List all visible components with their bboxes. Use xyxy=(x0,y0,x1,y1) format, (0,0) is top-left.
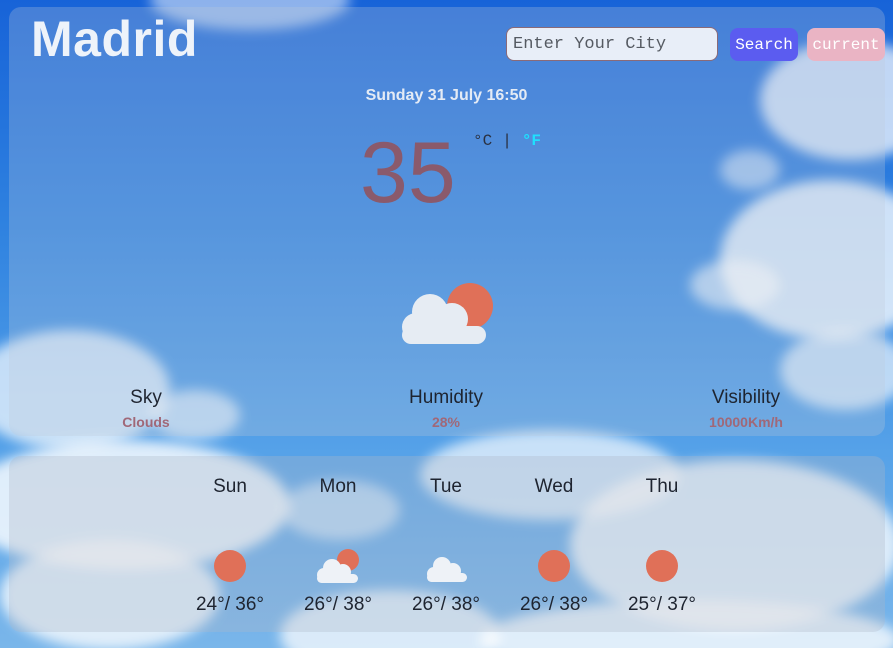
forecast-day: Tue 26°/ 38° xyxy=(396,476,496,616)
sun-icon xyxy=(214,550,246,582)
forecast-day: Wed 26°/ 38° xyxy=(504,476,604,616)
forecast-day: Sun 24°/ 36° xyxy=(180,476,280,616)
forecast-day-name: Sun xyxy=(213,476,247,497)
search-button[interactable]: Search xyxy=(730,28,798,61)
stat-humidity-value: 28% xyxy=(431,414,461,430)
stat-sky-value: Clouds xyxy=(122,414,170,430)
sun-icon xyxy=(538,550,570,582)
sun-behind-cloud-icon xyxy=(317,549,359,583)
forecast-day-name: Mon xyxy=(319,476,357,497)
forecast-day-name: Tue xyxy=(429,476,463,497)
forecast-day-name: Wed xyxy=(534,476,574,497)
unit-toggle: °C | °F xyxy=(473,132,541,150)
forecast-temps: 25°/ 37° xyxy=(627,594,697,615)
current-weather-panel xyxy=(9,7,885,436)
fahrenheit-toggle[interactable]: °F xyxy=(522,132,541,150)
celsius-toggle[interactable]: °C xyxy=(473,132,492,150)
stat-sky: Sky Clouds xyxy=(66,387,226,430)
city-title: Madrid xyxy=(31,11,198,67)
forecast-day: Thu 25°/ 37° xyxy=(612,476,712,616)
forecast-temps: 26°/ 38° xyxy=(411,594,481,615)
stat-visibility-value: 10000Km/h xyxy=(709,414,783,430)
stat-visibility-label: Visibility xyxy=(711,387,781,408)
stat-sky-label: Sky xyxy=(130,387,162,408)
stat-visibility: Visibility 10000Km/h xyxy=(666,387,826,430)
city-search-input[interactable] xyxy=(506,27,718,61)
current-temperature: 35 xyxy=(360,125,456,221)
unit-separator: | xyxy=(502,132,512,150)
forecast-day: Mon 26°/ 38° xyxy=(288,476,388,616)
forecast-temps: 26°/ 38° xyxy=(519,594,589,615)
sun-icon xyxy=(646,550,678,582)
sun-behind-cloud-icon xyxy=(402,283,493,344)
stat-humidity-label: Humidity xyxy=(409,387,483,408)
date-time: Sunday 31 July 16:50 xyxy=(365,87,528,104)
cloud-icon xyxy=(427,557,467,582)
forecast-day-name: Thu xyxy=(645,476,679,497)
stat-humidity: Humidity 28% xyxy=(366,387,526,430)
forecast-temps: 24°/ 36° xyxy=(195,594,265,615)
current-location-button[interactable]: current xyxy=(807,28,885,61)
forecast-temps: 26°/ 38° xyxy=(303,594,373,615)
